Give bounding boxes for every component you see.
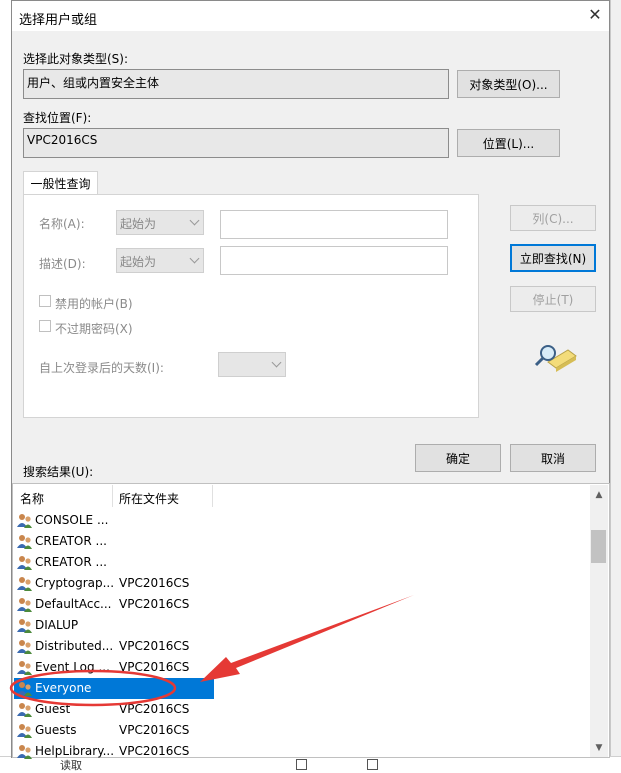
annotation-ellipse <box>9 669 177 707</box>
annotation-overlay <box>9 595 414 707</box>
annotation-arrow <box>200 595 414 682</box>
